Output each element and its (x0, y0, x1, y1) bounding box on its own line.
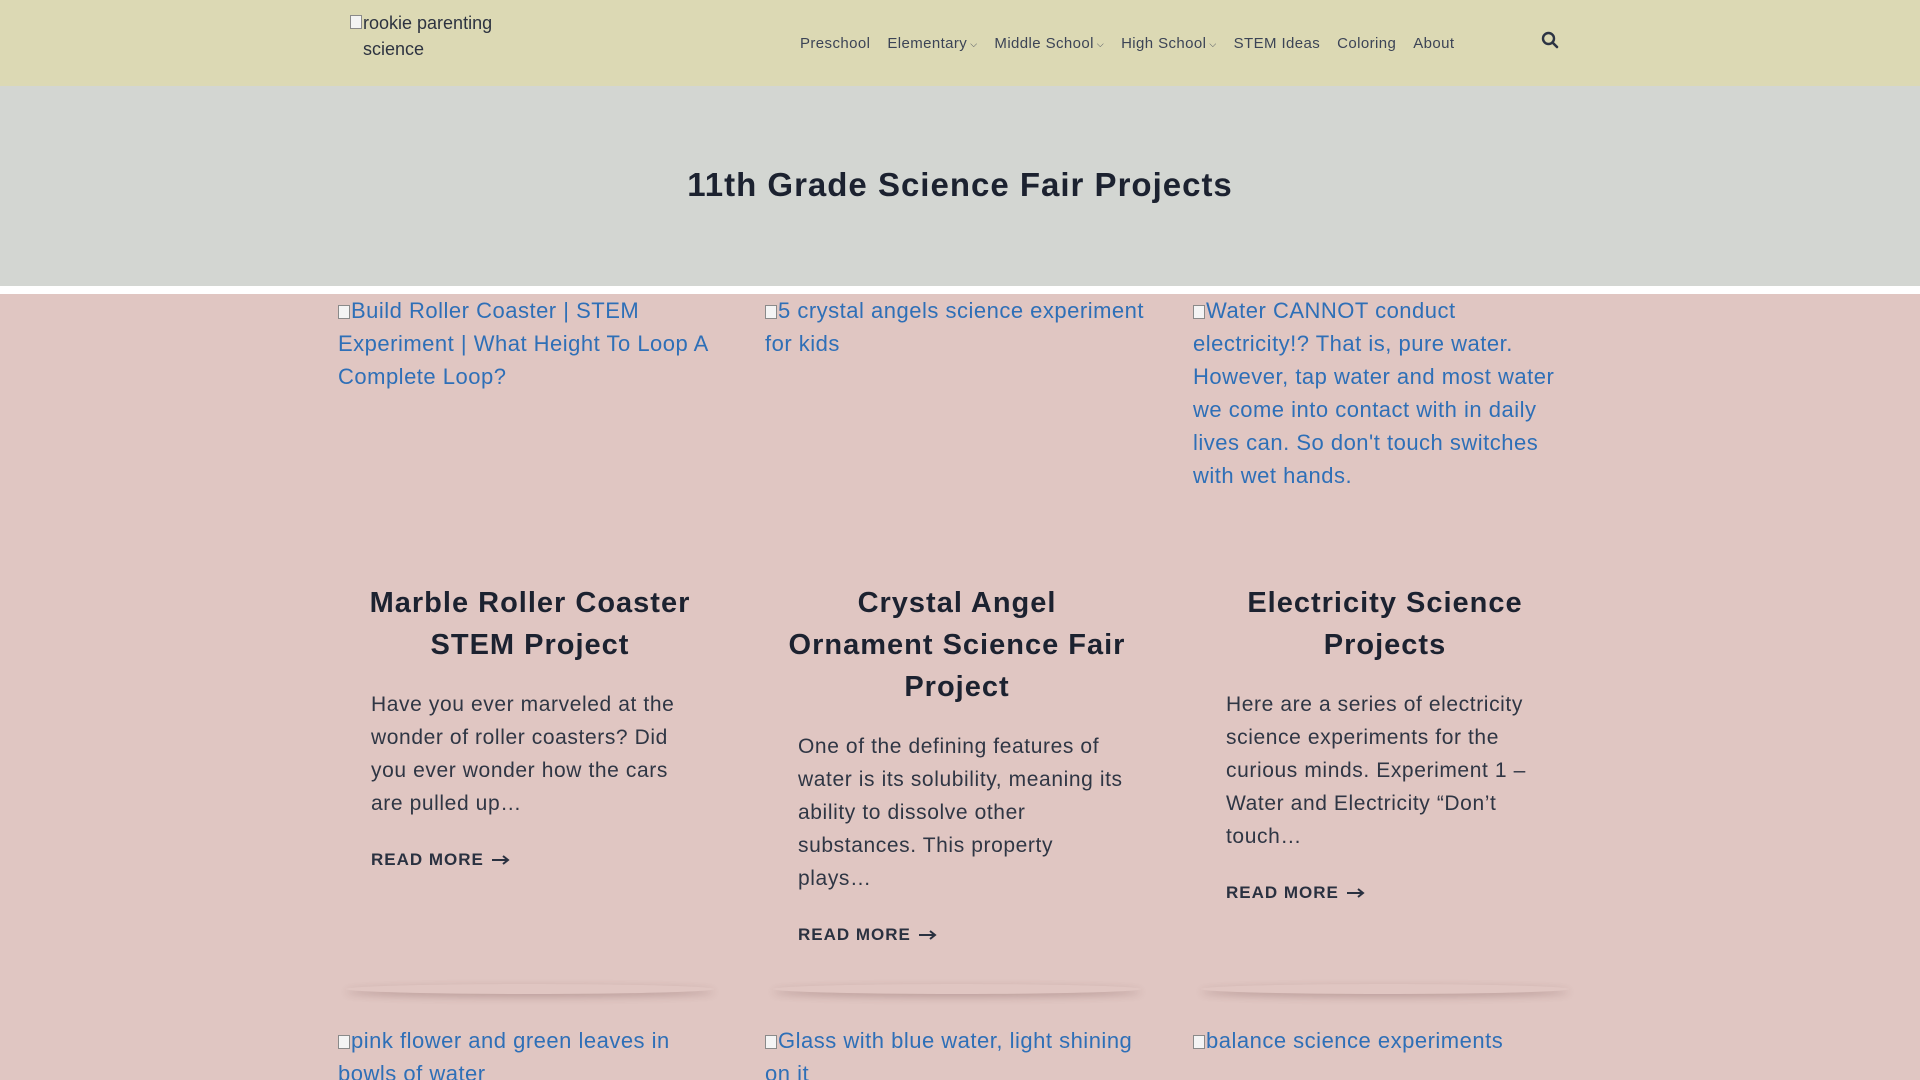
broken-image-icon (338, 1035, 350, 1049)
post-title[interactable]: Crystal Angel Ornament Science Fair Proj… (765, 582, 1149, 708)
nav-item-preschool[interactable]: Preschool (800, 35, 870, 52)
post-card: Water CANNOT conduct electricity!? That … (1193, 294, 1577, 984)
divider (0, 286, 1920, 294)
post-excerpt: Here are a series of electricity science… (1226, 693, 1526, 848)
post-thumbnail-link[interactable]: pink flower and green leaves in bowls of… (338, 1024, 722, 1080)
image-alt-text: pink flower and green leaves in bowls of… (338, 1028, 670, 1080)
image-alt-text: balance science experiments (1206, 1028, 1504, 1053)
nav-label: Preschool (800, 34, 871, 52)
post-thumbnail-link[interactable]: Build Roller Coaster | STEM Experiment |… (338, 294, 722, 529)
image-alt-text: Water CANNOT conduct electricity!? That … (1193, 298, 1555, 488)
post-thumbnail-link[interactable]: Glass with blue water, light shining on … (765, 1024, 1149, 1080)
image-alt-text: Build Roller Coaster | STEM Experiment |… (338, 298, 708, 389)
search-button[interactable] (1541, 31, 1563, 53)
read-more-label: READ MORE (798, 925, 911, 944)
broken-image-icon (1193, 1035, 1205, 1049)
archive-hero: 11th Grade Science Fair Projects (0, 86, 1920, 286)
read-more-link[interactable]: READ MORE (1226, 883, 1365, 903)
nav-item-coloring[interactable]: Coloring (1337, 35, 1396, 52)
nav-label: Middle School (994, 34, 1094, 52)
nav-item-stem-ideas[interactable]: STEM Ideas (1234, 35, 1321, 52)
image-alt-text: 5 crystal angels science experiment for … (765, 298, 1144, 356)
post-card: 5 crystal angels science experiment for … (765, 294, 1149, 984)
read-more-link[interactable]: READ MORE (371, 850, 510, 870)
nav-label: High School (1121, 34, 1207, 52)
read-more-label: READ MORE (371, 850, 484, 869)
card-shadow (1201, 984, 1569, 994)
logo-alt-text: rookie parenting science (363, 13, 493, 59)
nav-label: Elementary (887, 34, 968, 52)
main-nav: Preschool Elementary ⌵ Middle School ⌵ Hig… (800, 32, 1471, 54)
arrow-right-icon (1346, 888, 1365, 898)
search-icon (1541, 31, 1559, 49)
read-more-link[interactable]: READ MORE (798, 925, 937, 945)
card-shadow (346, 984, 714, 994)
broken-image-icon (1193, 305, 1205, 319)
post-thumbnail-link[interactable]: 5 crystal angels science experiment for … (765, 294, 1149, 529)
broken-image-icon (338, 305, 350, 319)
read-more-label: READ MORE (1226, 883, 1339, 902)
site-logo[interactable]: rookie parenting science (350, 10, 520, 62)
nav-label: About (1413, 34, 1455, 52)
post-excerpt: Have you ever marveled at the wonder of … (371, 693, 675, 815)
page-title: 11th Grade Science Fair Projects (687, 166, 1233, 203)
post-title[interactable]: Electricity Science Projects (1193, 582, 1577, 666)
broken-image-icon (765, 305, 777, 319)
post-thumbnail-link[interactable]: balance science experiments (1193, 1024, 1577, 1057)
nav-item-middle-school[interactable]: Middle School ⌵ (994, 35, 1104, 52)
post-excerpt: One of the defining features of water is… (798, 735, 1123, 890)
broken-image-icon (765, 1035, 777, 1049)
chevron-down-icon: ⌵ (970, 38, 978, 49)
arrow-right-icon (918, 930, 937, 940)
nav-label: Coloring (1337, 34, 1397, 52)
post-card: Build Roller Coaster | STEM Experiment |… (338, 294, 722, 984)
nav-item-about[interactable]: About (1413, 35, 1454, 52)
arrow-right-icon (491, 855, 510, 865)
post-thumbnail-link[interactable]: Water CANNOT conduct electricity!? That … (1193, 294, 1577, 529)
image-alt-text: Glass with blue water, light shining on … (765, 1028, 1133, 1080)
nav-label: STEM Ideas (1233, 34, 1321, 52)
chevron-down-icon: ⌵ (1096, 38, 1105, 49)
site-header: rookie parenting science Preschool Eleme… (0, 0, 1920, 86)
card-shadow (773, 984, 1141, 994)
nav-item-elementary[interactable]: Elementary ⌵ (887, 35, 977, 52)
nav-item-high-school[interactable]: High School ⌵ (1121, 35, 1217, 52)
post-title[interactable]: Marble Roller Coaster STEM Project (338, 582, 722, 666)
chevron-down-icon: ⌵ (1209, 38, 1217, 49)
broken-image-icon (350, 15, 362, 29)
